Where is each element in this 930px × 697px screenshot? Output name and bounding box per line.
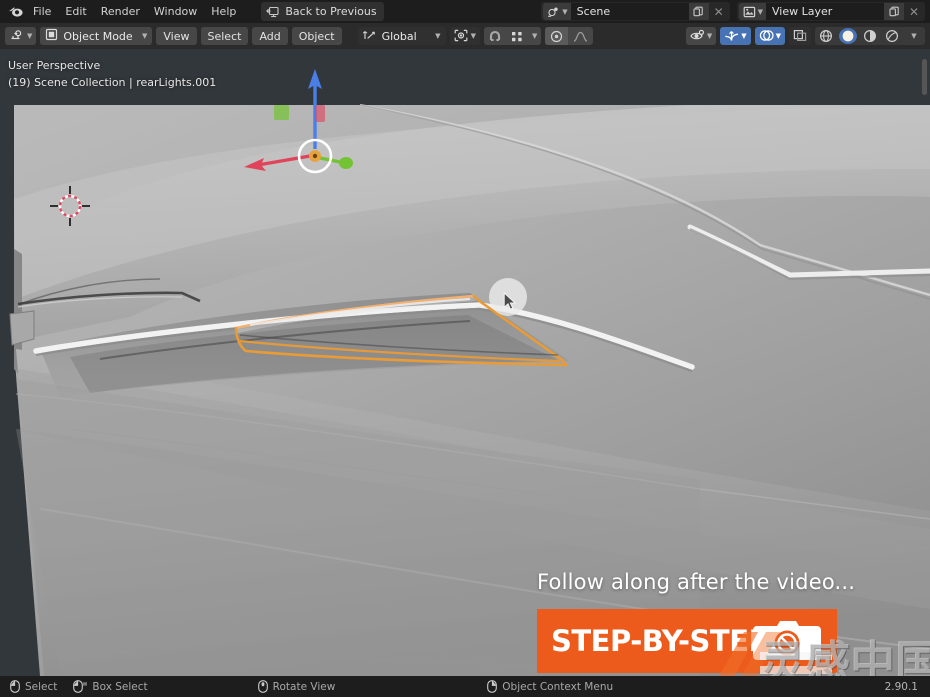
view-layer-browse-icon[interactable]: ▼: [738, 3, 766, 20]
view-layer-datablock: ▼ View Layer ✕: [736, 2, 925, 21]
menu-render[interactable]: Render: [94, 2, 147, 21]
interaction-mode-selector[interactable]: Object Mode ▼: [40, 27, 153, 45]
scene-browse-icon[interactable]: ▼: [543, 3, 571, 20]
mouse-middle-icon: [257, 680, 268, 693]
status-context-menu: Object Context Menu: [487, 680, 613, 693]
shading-options-chevron[interactable]: ▼: [903, 27, 925, 45]
snap-increment-icon[interactable]: [506, 27, 528, 45]
move-gizmo[interactable]: [230, 61, 380, 221]
viewport-shading-group: ▼: [815, 27, 925, 45]
toggle-xray-button[interactable]: [789, 27, 811, 45]
mouse-pointer-icon: [503, 292, 517, 310]
smooth-falloff-icon[interactable]: [568, 27, 593, 45]
status-context-menu-label: Object Context Menu: [502, 680, 614, 693]
chevron-down-icon[interactable]: ▼: [776, 32, 781, 40]
chevron-down-icon[interactable]: ▼: [741, 32, 746, 40]
overlay-note: Follow along after the video...: [537, 570, 856, 594]
menu-add[interactable]: Add: [252, 27, 288, 45]
menu-select[interactable]: Select: [200, 27, 249, 45]
status-select-label: Select: [25, 680, 58, 693]
object-mode-icon: [45, 28, 58, 44]
show-gizmo-icon: [690, 27, 705, 46]
3d-viewport[interactable]: User Perspective (19) Scene Collection |…: [0, 49, 930, 676]
unlink-view-layer-icon[interactable]: ✕: [904, 3, 924, 20]
status-bar: Select Box Select Rotate View Object Con…: [0, 676, 930, 697]
pivot-median-point-icon: [454, 27, 468, 46]
scene-name-field[interactable]: Scene: [570, 3, 689, 20]
gizmos-toggle[interactable]: ▼: [720, 27, 751, 46]
new-view-layer-icon[interactable]: [884, 3, 904, 20]
transform-orientation-selector[interactable]: Global ▼: [357, 27, 446, 45]
camera-icon: [753, 621, 821, 660]
mouse-left-drag-icon: [73, 680, 87, 693]
orientation-global-icon: [362, 28, 377, 44]
snapping-group: ▼: [483, 27, 542, 45]
chevron-down-icon: ▼: [757, 7, 763, 16]
viewport-right-tools: ▼ ▼ ▼ ▼: [685, 27, 925, 46]
scene-datablock: ▼ Scene ✕: [541, 2, 730, 21]
mouse-left-icon: [10, 680, 20, 693]
status-rotate-view: Rotate View: [257, 680, 336, 693]
gizmo-plane-yz: [316, 105, 325, 122]
view-layer-name-field[interactable]: View Layer: [766, 3, 884, 20]
proportional-editing-group: [545, 27, 594, 45]
chevron-down-icon[interactable]: ▼: [707, 32, 712, 40]
topbar: File Edit Render Window Help Back to Pre…: [0, 0, 930, 23]
gizmo-plane-xz: [274, 105, 289, 120]
shading-material-preview-icon[interactable]: [859, 27, 881, 45]
proportional-editing-icon[interactable]: [545, 27, 569, 45]
back-to-previous-button[interactable]: Back to Previous: [261, 2, 384, 21]
chevron-down-icon: ▼: [435, 32, 441, 40]
topbar-right-group: ▼ Scene ✕ ▼ View Layer ✕: [541, 2, 930, 21]
interaction-mode-label: Object Mode: [63, 29, 133, 43]
editor-type-3d-viewport-icon: [10, 27, 24, 46]
viewport-scrollbar[interactable]: [922, 59, 927, 95]
menu-view[interactable]: View: [156, 27, 197, 45]
overlays-toggle[interactable]: ▼: [754, 27, 785, 46]
blender-window: File Edit Render Window Help Back to Pre…: [0, 0, 930, 697]
status-select: Select: [10, 680, 57, 693]
status-rotate-view-label: Rotate View: [272, 680, 336, 693]
magnet-snap-icon[interactable]: [484, 27, 506, 45]
step-by-step-banner: STEP-BY-STEP: [537, 609, 837, 673]
3d-cursor: [48, 184, 92, 228]
blender-logo-icon[interactable]: [4, 2, 26, 22]
mouse-right-icon: [487, 680, 498, 693]
snap-options-chevron[interactable]: ▼: [528, 27, 541, 45]
gizmo-icon: [724, 27, 739, 46]
shading-solid-icon[interactable]: [839, 28, 857, 44]
back-to-previous-icon: [264, 4, 280, 19]
pivot-point-selector[interactable]: ▼: [449, 27, 480, 46]
menu-help[interactable]: Help: [204, 2, 243, 21]
chevron-down-icon: ▼: [142, 32, 148, 40]
shading-rendered-icon[interactable]: [881, 27, 903, 45]
viewport-header: ▼ Object Mode ▼ View Select Add Object G…: [0, 23, 930, 49]
status-box-select-label: Box Select: [92, 680, 148, 693]
menu-edit[interactable]: Edit: [58, 2, 93, 21]
toggle-xray-icon: [793, 27, 807, 46]
menu-window[interactable]: Window: [147, 2, 204, 21]
menu-object[interactable]: Object: [291, 27, 342, 45]
chevron-down-icon: ▼: [470, 32, 476, 40]
editor-type-selector[interactable]: ▼: [5, 27, 37, 46]
status-box-select: Box Select: [73, 680, 148, 693]
chevron-down-icon: ▼: [562, 7, 568, 16]
new-scene-icon[interactable]: [688, 3, 709, 20]
show-gizmo-toggle[interactable]: ▼: [685, 27, 717, 46]
shading-wireframe-icon[interactable]: [815, 27, 837, 45]
step-by-step-label: STEP-BY-STEP: [551, 624, 770, 658]
unlink-scene-icon[interactable]: ✕: [709, 3, 729, 20]
status-version-label: 2.90.1: [884, 680, 918, 693]
overlays-icon: [759, 27, 774, 46]
transform-orientation-label: Global: [381, 29, 417, 43]
back-to-previous-label: Back to Previous: [285, 5, 377, 18]
chevron-down-icon: ▼: [27, 32, 33, 40]
menu-file[interactable]: File: [26, 2, 58, 21]
